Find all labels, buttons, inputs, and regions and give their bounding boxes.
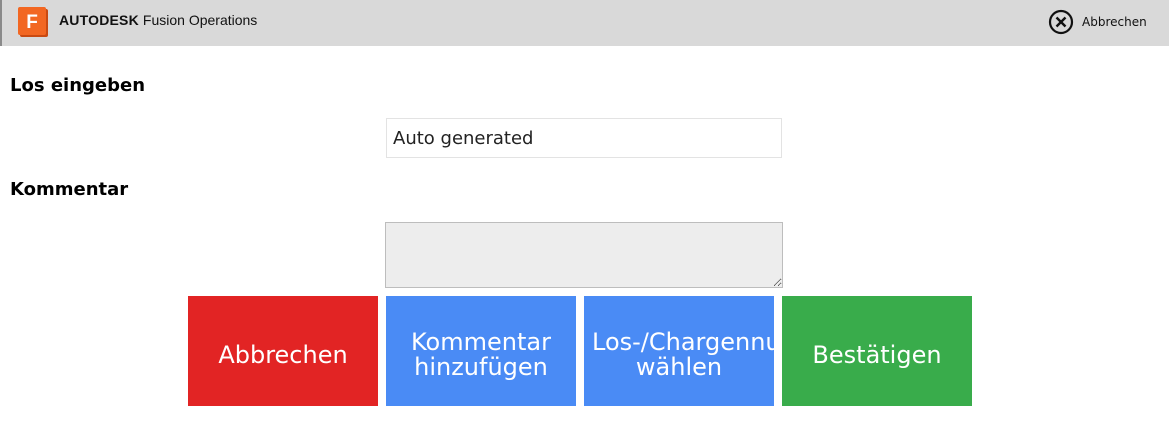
choose-lot-button[interactable]: Los-/Chargennummer wählen <box>584 296 774 406</box>
header-cancel-label: Abbrechen <box>1082 15 1147 29</box>
lot-number-input[interactable] <box>386 118 782 158</box>
add-comment-label-line2: hinzufügen <box>414 353 548 381</box>
fusion-logo-icon: F <box>18 7 50 39</box>
brand-name: AUTODESK Fusion Operations <box>59 11 257 29</box>
logo-letter: F <box>26 12 38 33</box>
brand-product: Fusion Operations <box>142 12 258 28</box>
comment-section-label: Kommentar <box>10 179 129 200</box>
cancel-button-label: Abbrechen <box>218 340 348 369</box>
add-comment-button[interactable]: Kommentar hinzufügen <box>386 296 576 406</box>
choose-lot-label-line2: wählen <box>635 353 723 381</box>
close-circle-icon <box>1048 9 1074 35</box>
top-bar: F AUTODESK Fusion Operations Abbrechen <box>0 0 1169 46</box>
lot-section-label: Los eingeben <box>10 75 146 96</box>
brand-company: AUTODESK <box>59 12 139 28</box>
header-cancel-button[interactable]: Abbrechen <box>1048 9 1147 35</box>
choose-lot-label-line1: Los-/Chargennummer <box>592 328 774 356</box>
add-comment-label-line1: Kommentar <box>411 328 551 356</box>
confirm-button[interactable]: Bestätigen <box>782 296 972 406</box>
confirm-button-label: Bestätigen <box>812 340 942 369</box>
comment-textarea[interactable] <box>385 222 783 288</box>
cancel-button[interactable]: Abbrechen <box>188 296 378 406</box>
